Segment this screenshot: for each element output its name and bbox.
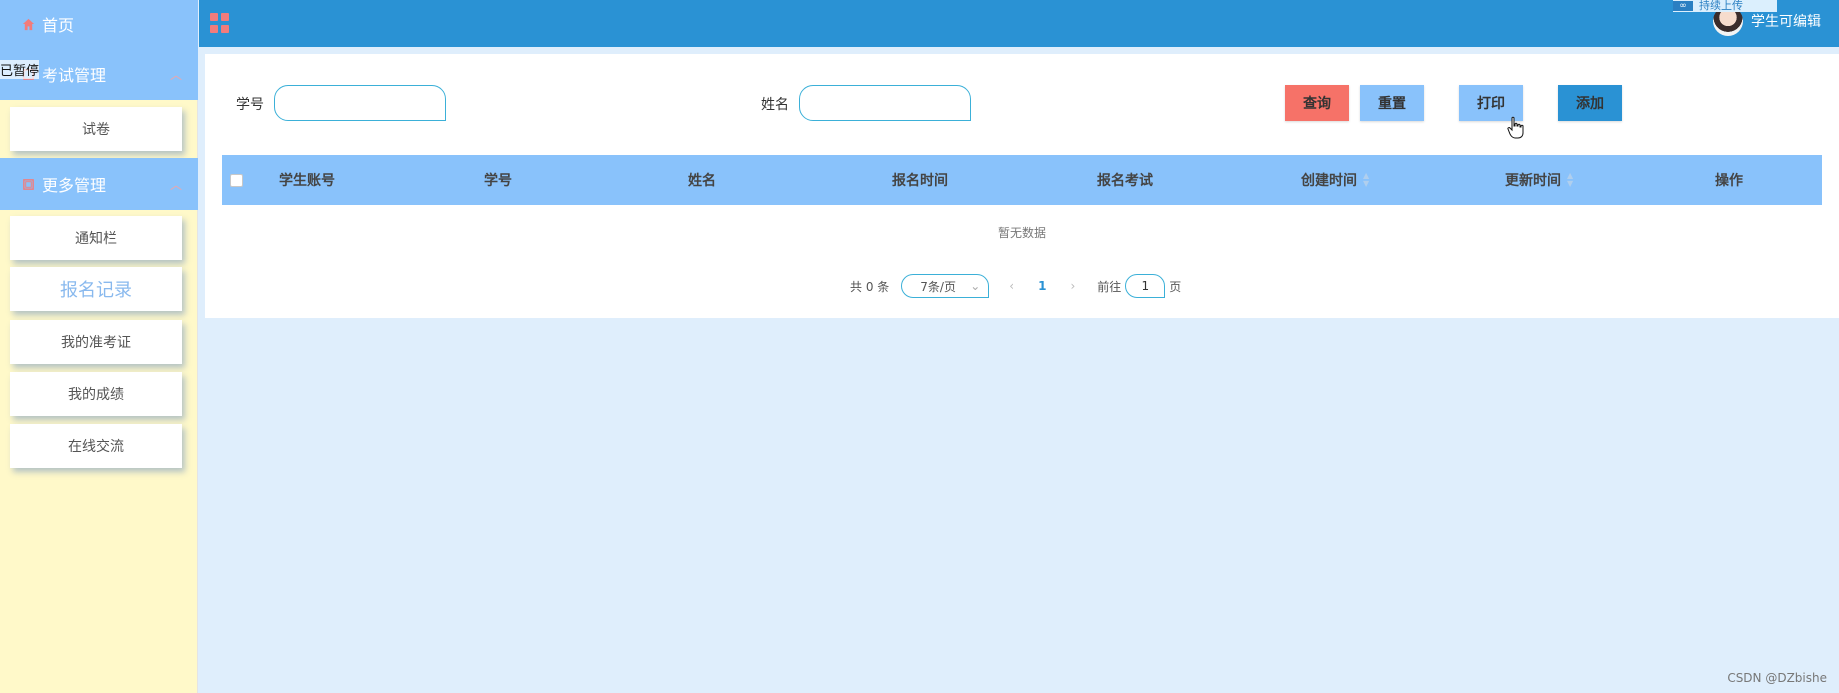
sidebar-group-label: 考试管理 xyxy=(42,66,107,85)
sidebar-item-home[interactable]: 首页 xyxy=(0,0,198,48)
menu-grid-icon[interactable] xyxy=(210,13,230,33)
sidebar-item-my-scores[interactable]: 我的成绩 xyxy=(10,372,182,416)
cloud-icon: ∞ xyxy=(1673,1,1693,11)
goto-label: 前往 xyxy=(1097,279,1122,294)
home-icon xyxy=(20,16,36,32)
watermark: CSDN @DZbishe xyxy=(1727,671,1827,685)
page-size-select[interactable]: 7条/页 ⌄ xyxy=(901,274,990,298)
page-suffix: 页 xyxy=(1169,279,1182,294)
sidebar: 首页 考试管理 ︿ 已暂停 试卷 更多管理 ︿ 通知栏 报名记录 我的准考证 我… xyxy=(0,0,198,693)
pagination: 共 0 条 7条/页 ⌄ ‹ 1 › 前往 1 页 xyxy=(850,274,1181,298)
sidebar-item-label: 首页 xyxy=(42,16,75,35)
select-all-checkbox[interactable] xyxy=(230,155,243,205)
more-icon xyxy=(20,176,36,192)
sidebar-item-registration[interactable]: 报名记录 xyxy=(10,267,182,311)
chevron-down-icon: ⌄ xyxy=(970,279,981,293)
content-panel: 学号 姓名 查询 重置 打印 添加 学生账号 学号 姓名 报名时间 报名考试 创… xyxy=(205,54,1839,318)
column-header-sortable[interactable]: 创建时间 ▲ ▼ xyxy=(1301,155,1369,205)
column-header: 报名考试 xyxy=(1097,173,1153,189)
prev-page-icon[interactable]: ‹ xyxy=(1009,279,1014,293)
sidebar-item-online-chat[interactable]: 在线交流 xyxy=(10,424,182,468)
reset-button[interactable]: 重置 xyxy=(1360,85,1424,121)
column-header: 学号 xyxy=(484,173,512,189)
student-no-label: 学号 xyxy=(236,97,264,113)
student-no-input[interactable] xyxy=(274,85,446,121)
chevron-up-icon: ︿ xyxy=(169,67,182,82)
sidebar-item-admission-ticket[interactable]: 我的准考证 xyxy=(10,320,182,364)
empty-state: 暂无数据 xyxy=(997,226,1046,240)
table-header: 学生账号 学号 姓名 报名时间 报名考试 创建时间 ▲ ▼ 更新时间 ▲ ▼ 操作 xyxy=(222,155,1822,205)
next-page-icon[interactable]: › xyxy=(1070,279,1075,293)
sidebar-group-more[interactable]: 更多管理 ︿ xyxy=(0,158,198,210)
column-header-label: 创建时间 xyxy=(1301,173,1357,189)
sidebar-item-paper[interactable]: 试卷 xyxy=(10,107,182,151)
column-header: 学生账号 xyxy=(279,173,335,189)
username[interactable]: 学生可编辑 xyxy=(1751,11,1821,31)
sidebar-group-label: 更多管理 xyxy=(42,176,107,195)
goto-page-input[interactable]: 1 xyxy=(1125,274,1166,298)
column-header: 报名时间 xyxy=(892,173,948,189)
column-header: 操作 xyxy=(1715,173,1743,189)
name-input[interactable] xyxy=(799,85,971,121)
column-header-label: 更新时间 xyxy=(1505,173,1561,189)
page-number[interactable]: 1 xyxy=(1038,279,1046,293)
paused-overlay: 已暂停 xyxy=(0,60,40,79)
chevron-up-icon: ︿ xyxy=(169,177,182,192)
sidebar-item-notice[interactable]: 通知栏 xyxy=(10,216,182,260)
column-header-sortable[interactable]: 更新时间 ▲ ▼ xyxy=(1505,155,1573,205)
page-size-value: 7条/页 xyxy=(920,279,956,294)
sort-icon[interactable]: ▲ ▼ xyxy=(1567,172,1573,188)
sort-icon[interactable]: ▲ ▼ xyxy=(1363,172,1369,188)
add-button[interactable]: 添加 xyxy=(1558,85,1622,121)
upload-badge[interactable]: ∞ 持续上传 xyxy=(1673,0,1777,12)
name-label: 姓名 xyxy=(761,97,789,113)
upload-badge-label: 持续上传 xyxy=(1699,0,1743,12)
query-button[interactable]: 查询 xyxy=(1285,85,1349,121)
total-count: 共 0 条 xyxy=(850,279,890,294)
top-bar: 学生可编辑 xyxy=(199,0,1839,47)
hand-cursor-icon xyxy=(1507,116,1524,139)
column-header: 姓名 xyxy=(688,173,716,189)
